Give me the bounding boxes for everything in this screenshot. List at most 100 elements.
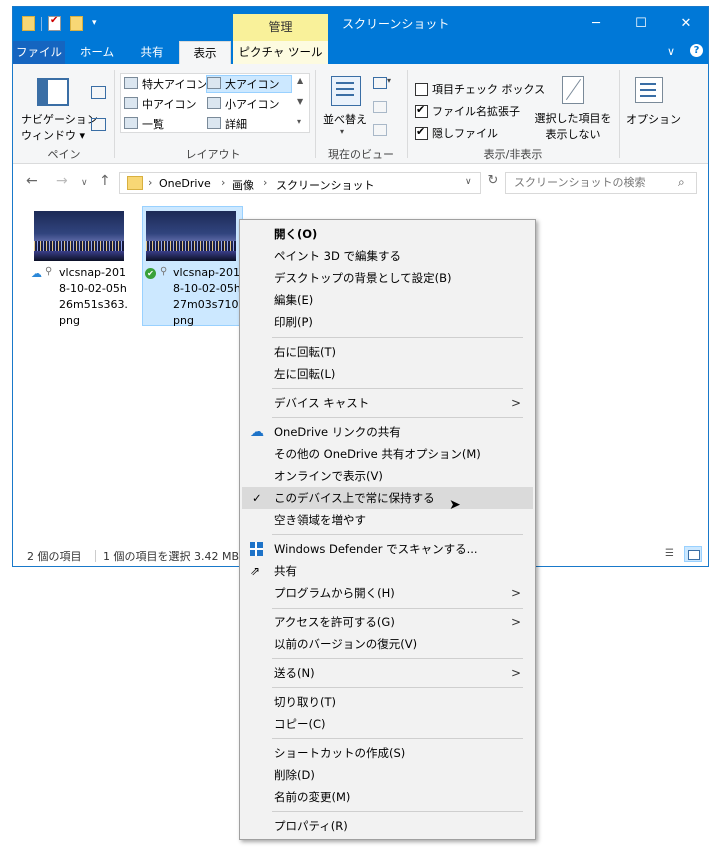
sort-by-icon[interactable] — [331, 76, 361, 106]
menu-item-restore-previous-versions[interactable]: 以前のバージョンの復元(V) — [242, 633, 533, 655]
file-thumbnail[interactable] — [145, 210, 237, 262]
recent-locations-icon[interactable]: ∨ — [81, 178, 88, 188]
breadcrumb-pictures[interactable]: 画像 — [232, 177, 254, 193]
tab-share[interactable]: 共有 — [127, 41, 177, 64]
maximize-button[interactable]: ☐ — [618, 7, 664, 41]
quick-access-dropdown-icon[interactable]: ▾ — [92, 18, 97, 28]
file-thumbnail[interactable] — [33, 210, 125, 262]
menu-item-more-onedrive-sharing[interactable]: その他の OneDrive 共有オプション(M) — [242, 443, 533, 465]
refresh-icon[interactable]: ↻ — [484, 173, 502, 193]
menu-separator — [272, 417, 523, 418]
tab-picture-tools[interactable]: ピクチャ ツール — [233, 41, 328, 64]
ribbon-tabs: ファイル ホーム 共有 表示 ピクチャ ツール ∨ ? — [13, 41, 708, 64]
menu-item-share[interactable]: ⇗ 共有 — [242, 560, 533, 582]
details-pane-icon[interactable] — [91, 118, 106, 131]
tab-view[interactable]: 表示 — [179, 41, 231, 64]
menu-item-edit-paint3d[interactable]: ペイント 3D で編集する — [242, 245, 533, 267]
menu-separator — [272, 534, 523, 535]
hidden-items-checkbox[interactable] — [415, 125, 428, 140]
gallery-scroll-up-icon[interactable]: ▲ — [297, 76, 303, 85]
menu-item-rename[interactable]: 名前の変更(M) — [242, 786, 533, 808]
breadcrumb-separator-icon: › — [263, 176, 268, 189]
submenu-arrow-icon: > — [510, 396, 521, 410]
menu-item-properties[interactable]: プロパティ(R) — [242, 815, 533, 837]
group-separator — [114, 70, 115, 158]
address-dropdown-icon[interactable]: ∨ — [465, 177, 472, 187]
hide-selected-items-icon[interactable] — [562, 76, 584, 104]
tab-home[interactable]: ホーム — [69, 41, 125, 64]
ribbon: ナビゲーション ウィンドウ ▾ ペイン 特大アイコン 大アイコン 中アイコン 小… — [13, 64, 708, 164]
search-input[interactable]: スクリーンショットの検索 — [505, 172, 697, 194]
breadcrumb-separator-icon: › — [221, 176, 226, 189]
item-checkboxes-checkbox[interactable] — [415, 83, 428, 96]
thumbnail-image — [34, 211, 124, 261]
minimize-button[interactable]: ─ — [573, 7, 619, 41]
collapse-ribbon-icon[interactable]: ∨ — [667, 45, 675, 58]
add-columns-icon[interactable] — [373, 101, 387, 113]
breadcrumb-onedrive[interactable]: OneDrive — [159, 177, 211, 190]
gallery-expand-icon[interactable]: ▾ — [297, 117, 301, 126]
context-menu: 開く(O) ペイント 3D で編集する デスクトップの背景として設定(B) 編集… — [239, 219, 536, 840]
share-icon: ⇗ — [250, 564, 261, 578]
menu-item-free-up-space[interactable]: 空き領域を増やす — [242, 509, 533, 531]
menu-item-delete[interactable]: 削除(D) — [242, 764, 533, 786]
gallery-scroll-down-icon[interactable]: ▼ — [297, 97, 303, 106]
preview-pane-icon[interactable] — [91, 86, 106, 99]
hide-selected-items-button[interactable]: 選択した項目を 表示しない — [532, 110, 614, 142]
address-bar[interactable]: › OneDrive › 画像 › スクリーンショット ∨ — [119, 172, 481, 194]
menu-item-rotate-left[interactable]: 左に回転(L) — [242, 363, 533, 385]
menu-item-give-access[interactable]: アクセスを許可する(G) > — [242, 611, 533, 633]
menu-item-open-with[interactable]: プログラムから開く(H) > — [242, 582, 533, 604]
menu-separator — [272, 388, 523, 389]
title-bar[interactable]: ✔ ▾ 管理 スクリーンショット ─ ☐ ✕ — [13, 7, 708, 41]
menu-item-open[interactable]: 開く(O) — [242, 223, 533, 245]
thumbnail-image — [146, 211, 236, 261]
sort-by-button[interactable]: 並べ替え — [323, 111, 367, 127]
breadcrumb-screenshots[interactable]: スクリーンショット — [276, 177, 374, 193]
size-columns-icon[interactable] — [373, 124, 387, 136]
group-separator — [619, 70, 620, 158]
forward-button[interactable]: → — [56, 173, 68, 189]
new-folder-icon[interactable] — [70, 16, 83, 31]
group-label-current-view: 現在のビュー — [328, 148, 394, 161]
options-icon[interactable] — [635, 77, 663, 103]
layout-list[interactable]: 一覧 — [124, 116, 164, 132]
group-by-icon[interactable] — [373, 77, 387, 89]
menu-item-print[interactable]: 印刷(P) — [242, 311, 533, 333]
submenu-arrow-icon: > — [510, 615, 521, 629]
menu-item-copy[interactable]: コピー(C) — [242, 713, 533, 735]
menu-item-rotate-right[interactable]: 右に回転(T) — [242, 341, 533, 363]
navigation-pane-icon[interactable] — [37, 78, 69, 106]
tab-file[interactable]: ファイル — [13, 41, 65, 64]
context-tab-manage[interactable]: 管理 — [233, 14, 328, 41]
window-title: スクリーンショット — [342, 17, 450, 31]
back-button[interactable]: ← — [26, 173, 38, 189]
navigation-pane-button[interactable]: ナビゲーション ウィンドウ ▾ — [21, 111, 98, 143]
menu-item-onedrive-share-link[interactable]: ☁ OneDrive リンクの共有 — [242, 421, 533, 443]
help-icon[interactable]: ? — [690, 44, 703, 57]
layout-small-icons[interactable]: 小アイコン — [207, 96, 279, 112]
properties-icon[interactable]: ✔ — [48, 15, 61, 31]
menu-item-always-keep-on-device[interactable]: ✓ このデバイス上で常に保持する ➤ — [242, 487, 533, 513]
menu-item-set-desktop-background[interactable]: デスクトップの背景として設定(B) — [242, 267, 533, 289]
layout-extra-large-icons[interactable]: 特大アイコン — [124, 76, 207, 92]
file-extensions-checkbox[interactable] — [415, 103, 428, 118]
menu-item-cast-to-device[interactable]: デバイス キャスト > — [242, 392, 533, 414]
up-button[interactable]: ↑ — [99, 173, 111, 189]
file-name[interactable]: vlcsnap-201 8-10-02-05h 26m51s363. png — [59, 265, 128, 329]
menu-item-view-online[interactable]: オンラインで表示(V) — [242, 465, 533, 487]
layout-large-icons[interactable]: 大アイコン — [206, 75, 292, 93]
menu-item-send-to[interactable]: 送る(N) > — [242, 662, 533, 684]
layout-medium-icons[interactable]: 中アイコン — [124, 96, 196, 112]
layout-details[interactable]: 詳細 — [207, 116, 247, 132]
large-icons-view-icon[interactable] — [684, 546, 702, 562]
menu-item-cut[interactable]: 切り取り(T) — [242, 691, 533, 713]
menu-item-edit[interactable]: 編集(E) — [242, 289, 533, 311]
menu-item-defender-scan[interactable]: Windows Defender でスキャンする... — [242, 538, 533, 560]
file-name[interactable]: vlcsnap-201 8-10-02-05h 27m03s710. png — [173, 265, 242, 329]
options-button[interactable]: オプション — [626, 111, 681, 127]
divider — [95, 550, 96, 562]
close-button[interactable]: ✕ — [663, 7, 709, 41]
details-view-icon[interactable]: ☰ — [664, 547, 682, 563]
menu-item-create-shortcut[interactable]: ショートカットの作成(S) — [242, 742, 533, 764]
